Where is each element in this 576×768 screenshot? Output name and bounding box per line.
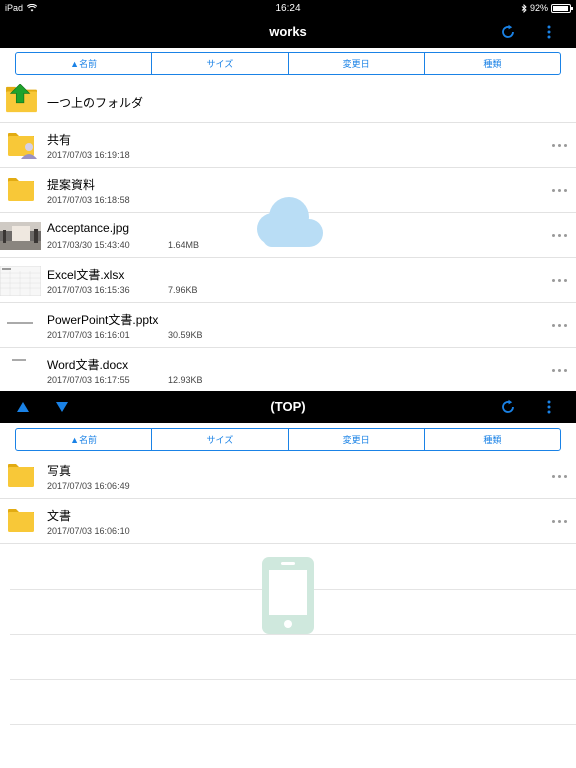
list-item[interactable]: 文書 2017/07/03 16:06:10 [0,499,576,544]
sort-by-date[interactable]: 変更日 [289,53,425,74]
sort-by-name[interactable]: ▲名前 [16,429,153,450]
more-options-icon[interactable] [552,189,568,193]
more-options-icon[interactable] [552,520,568,524]
more-vertical-icon[interactable] [539,22,559,42]
bottom-sort-bar: ▲名前 サイズ 変更日 種類 [15,428,561,451]
parent-folder-label: 一つ上のフォルダ [47,96,144,110]
file-date: 2017/03/30 15:43:40 [47,240,130,250]
more-vertical-icon[interactable] [539,397,559,417]
file-size: 12.93KB [168,375,203,385]
folder-icon [8,178,34,201]
folder-up-icon [6,84,37,113]
list-item[interactable]: 写真 2017/07/03 16:06:49 [0,454,576,499]
refresh-icon[interactable] [498,397,518,417]
refresh-icon[interactable] [498,22,518,42]
file-date: 2017/07/03 16:16:01 [47,330,130,340]
file-name: 写真 [47,464,72,478]
list-item[interactable]: 共有 2017/07/03 16:19:18 [0,123,576,168]
file-name: PowerPoint文書.pptx [47,313,159,327]
bottom-pane-title: (TOP) [270,399,306,414]
more-options-icon[interactable] [552,144,568,148]
cloud-icon [257,197,323,247]
parent-folder-row[interactable]: 一つ上のフォルダ [0,78,576,123]
file-size: 1.64MB [168,240,200,250]
file-name: Excel文書.xlsx [47,268,125,282]
file-size: 7.96KB [168,285,198,295]
empty-row-divider [10,679,576,680]
folder-icon [8,509,34,532]
sort-by-date[interactable]: 変更日 [289,429,425,450]
image-thumbnail-icon [0,222,41,250]
battery-percent: 92% [529,3,548,13]
shared-folder-icon [8,133,37,159]
top-navbar: works [0,16,576,48]
empty-row-divider [10,724,576,725]
more-options-icon[interactable] [552,369,568,373]
list-item[interactable]: PowerPoint文書.pptx 2017/07/03 16:16:01 30… [0,303,576,348]
presentation-thumbnail-icon [7,322,33,324]
file-date: 2017/07/03 16:06:49 [47,481,130,491]
document-thumbnail-icon [12,359,26,361]
sort-by-size[interactable]: サイズ [152,429,289,450]
sort-by-name[interactable]: ▲名前 [16,53,153,74]
file-date: 2017/07/03 16:15:36 [47,285,130,295]
spreadsheet-thumbnail-icon [0,266,41,296]
file-date: 2017/07/03 16:06:10 [47,526,130,536]
file-name: 共有 [47,133,72,147]
file-date: 2017/07/03 16:19:18 [47,150,130,160]
more-options-icon[interactable] [552,234,568,238]
list-item[interactable]: Excel文書.xlsx 2017/07/03 16:15:36 7.96KB [0,258,576,303]
list-item[interactable]: Word文書.docx 2017/07/03 16:17:55 12.93KB [0,348,576,393]
top-sort-bar: ▲名前 サイズ 変更日 種類 [15,52,561,75]
file-name: Acceptance.jpg [47,221,130,235]
file-date: 2017/07/03 16:17:55 [47,375,130,385]
top-pane-title: works [269,24,307,39]
folder-icon [8,464,34,487]
status-time: 16:24 [275,3,301,14]
file-name: 文書 [47,509,72,523]
bottom-navbar: (TOP) [0,391,576,423]
bluetooth-icon [521,3,527,13]
status-bar: iPad 16:24 92% [0,0,576,16]
battery-icon [551,3,573,13]
sort-by-type[interactable]: 種類 [425,53,560,74]
more-options-icon[interactable] [552,279,568,283]
phone-icon [262,557,314,634]
sort-by-type[interactable]: 種類 [425,429,560,450]
file-size: 30.59KB [168,330,203,340]
file-date: 2017/07/03 16:18:58 [47,195,130,205]
file-name: Word文書.docx [47,358,129,372]
more-options-icon[interactable] [552,324,568,328]
more-options-icon[interactable] [552,475,568,479]
sort-by-size[interactable]: サイズ [152,53,289,74]
file-name: 提案資料 [47,178,96,192]
